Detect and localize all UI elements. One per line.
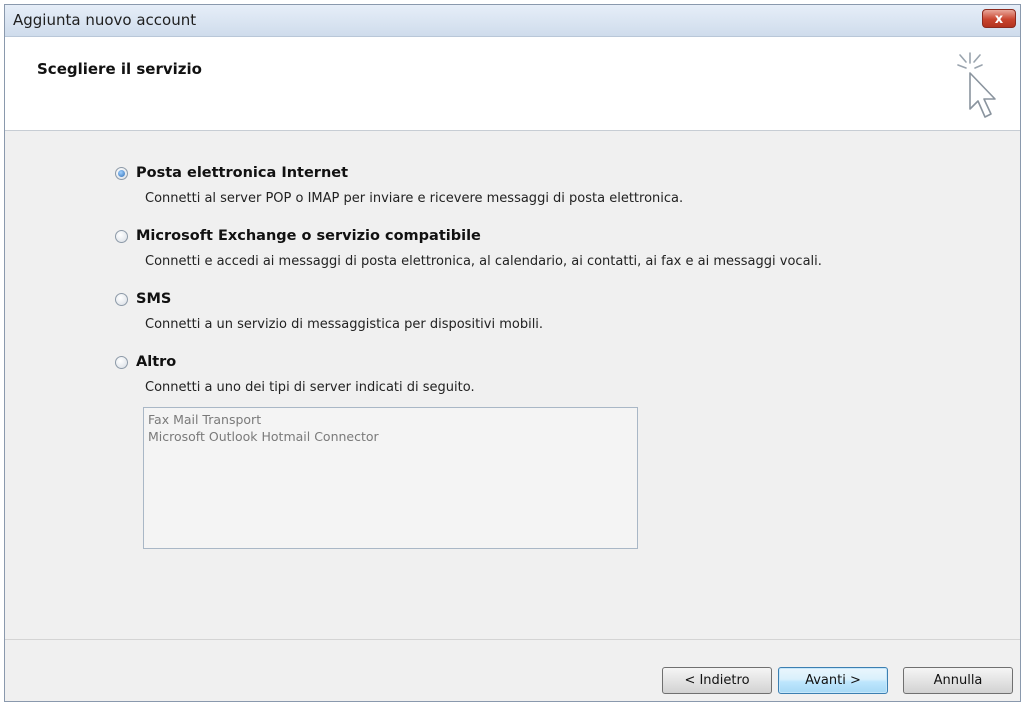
option-internet-email[interactable]: Posta elettronica Internet Connetti al s…	[115, 165, 683, 206]
option-label[interactable]: Altro	[136, 354, 176, 370]
option-description: Connetti a uno dei tipi di server indica…	[145, 380, 475, 395]
radio-sms[interactable]	[115, 292, 128, 306]
radio-other[interactable]	[115, 355, 128, 369]
cursor-sparkle-icon	[957, 52, 996, 118]
option-label[interactable]: Microsoft Exchange o servizio compatibil…	[136, 228, 481, 244]
option-description: Connetti al server POP o IMAP per inviar…	[145, 191, 684, 206]
title-bar[interactable]: Aggiunta nuovo account x	[5, 5, 1020, 37]
list-item[interactable]: Microsoft Outlook Hotmail Connector	[148, 428, 633, 445]
option-description: Connetti a un servizio di messaggistica …	[145, 317, 544, 332]
option-label[interactable]: Posta elettronica Internet	[136, 165, 348, 181]
page-title: Scegliere il servizio	[37, 60, 202, 78]
back-button[interactable]: < Indietro	[662, 667, 772, 694]
dialog-window: Aggiunta nuovo account x Scegliere il se…	[4, 4, 1021, 702]
content-area: Posta elettronica Internet Connetti al s…	[5, 131, 1020, 638]
wizard-header: Scegliere il servizio	[5, 37, 1020, 131]
cancel-button[interactable]: Annulla	[903, 667, 1013, 694]
option-sms[interactable]: SMS Connetti a un servizio di messaggist…	[115, 291, 543, 332]
option-microsoft-exchange[interactable]: Microsoft Exchange o servizio compatibil…	[115, 228, 822, 269]
next-button[interactable]: Avanti >	[778, 667, 888, 694]
radio-microsoft-exchange[interactable]	[115, 229, 128, 243]
close-button[interactable]: x	[982, 9, 1016, 28]
server-type-listbox[interactable]: Fax Mail Transport Microsoft Outlook Hot…	[143, 407, 638, 549]
option-other[interactable]: Altro Connetti a uno dei tipi di server …	[115, 354, 475, 395]
button-bar: < Indietro Avanti > Annulla	[5, 639, 1020, 701]
radio-internet-email[interactable]	[115, 166, 128, 180]
list-item[interactable]: Fax Mail Transport	[148, 411, 633, 428]
option-label[interactable]: SMS	[136, 291, 171, 307]
window-title: Aggiunta nuovo account	[13, 11, 197, 29]
option-description: Connetti e accedi ai messaggi di posta e…	[145, 254, 822, 269]
